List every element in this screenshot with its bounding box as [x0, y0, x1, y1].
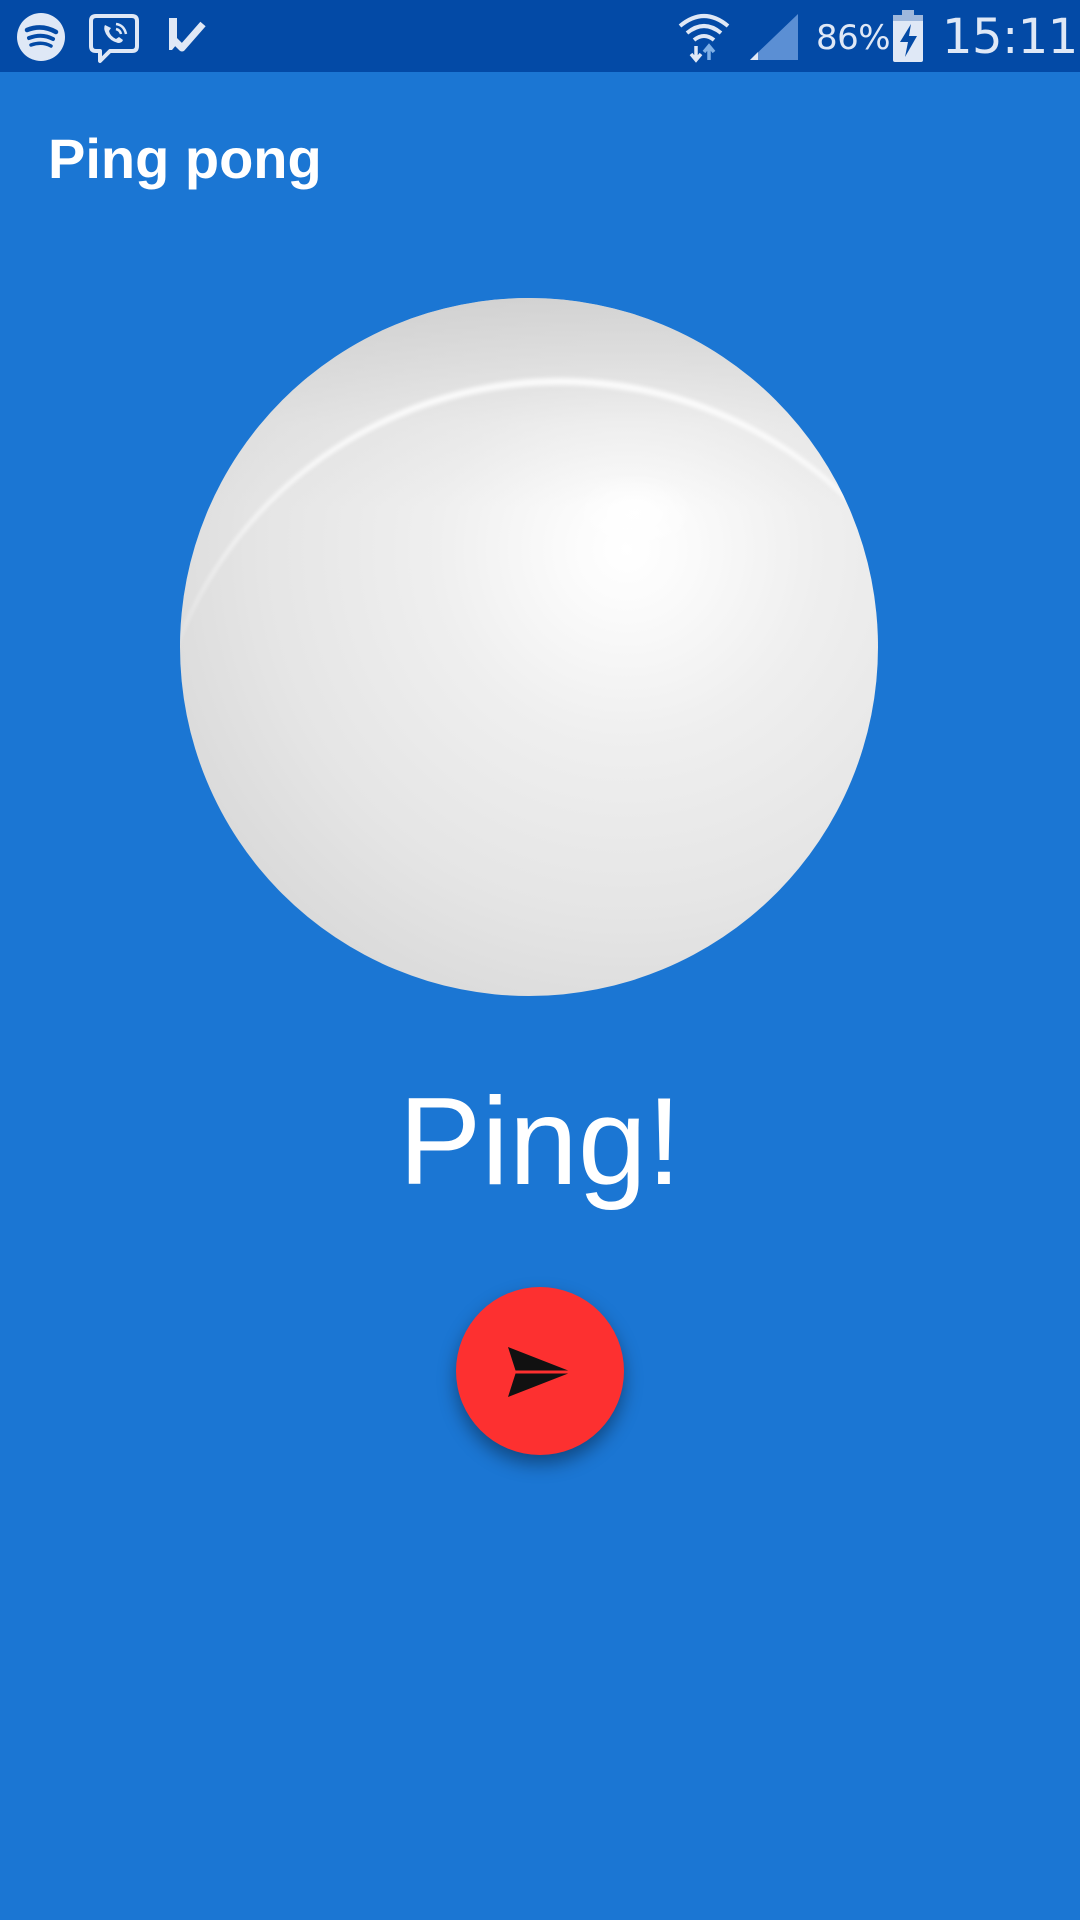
ping-message: Ping!: [398, 1073, 682, 1211]
ping-pong-ball-image: [180, 298, 878, 996]
ball-specular-highlight: [575, 473, 695, 553]
spotify-icon: [16, 12, 66, 67]
wifi-icon: [676, 8, 732, 69]
status-bar: 86% 15:11: [0, 0, 1080, 72]
battery-charging-icon: [892, 10, 924, 67]
clock: 15:11: [942, 9, 1078, 65]
task-check-icon: [166, 14, 206, 63]
app-title: Ping pong: [48, 127, 322, 190]
battery-percent: 86%: [816, 18, 891, 58]
send-button[interactable]: [456, 1287, 624, 1455]
signal-icon: [748, 12, 800, 67]
viber-icon: [88, 10, 140, 71]
send-icon: [508, 1347, 572, 1397]
